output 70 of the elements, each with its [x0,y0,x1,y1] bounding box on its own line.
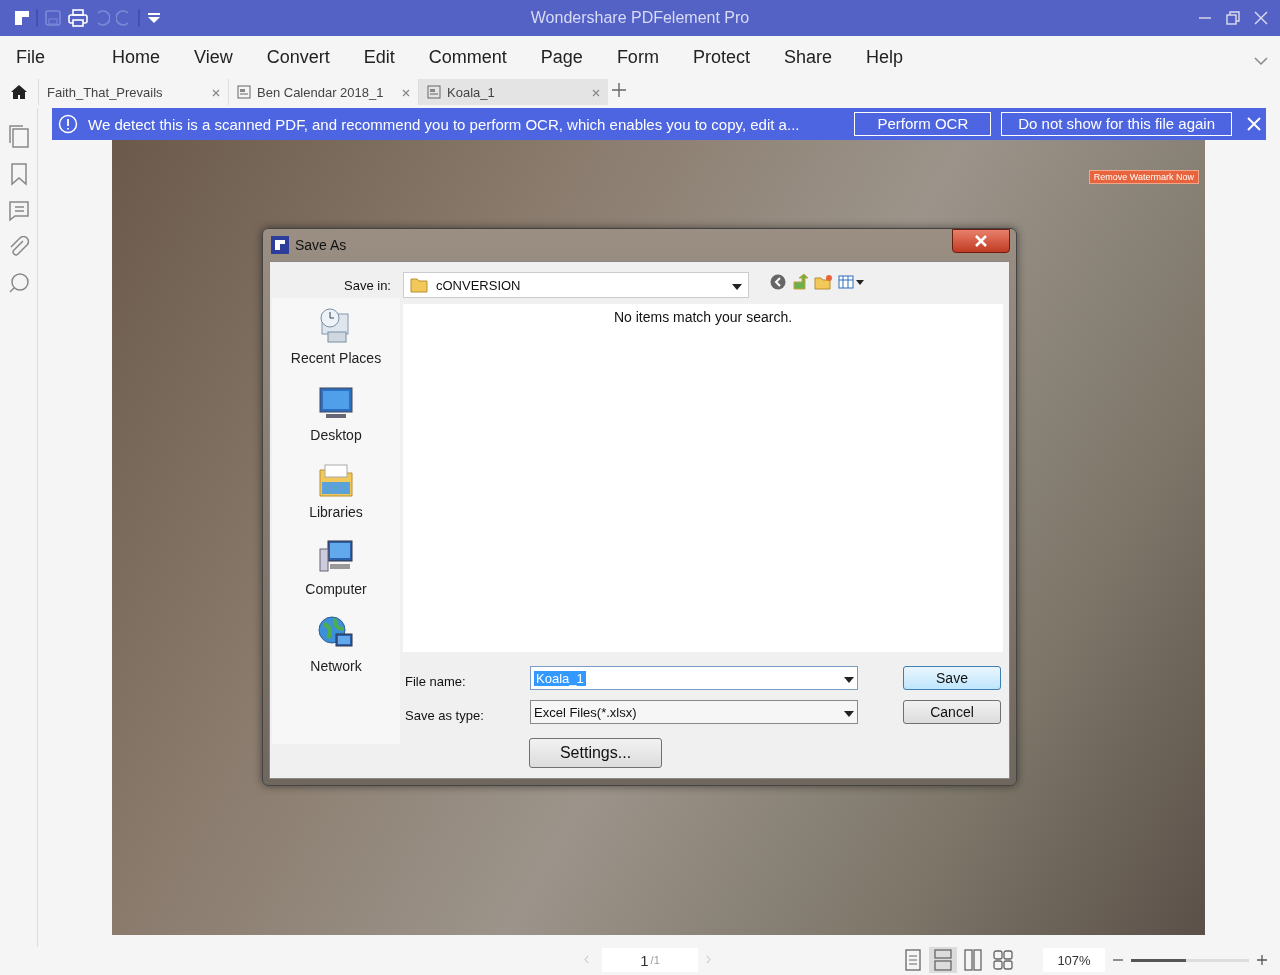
add-tab-icon[interactable] [612,83,626,97]
menu-item[interactable]: Home [95,46,178,68]
empty-list-message: No items match your search. [613,309,793,327]
place-item[interactable]: Computer [305,537,367,597]
previous-page-icon[interactable] [584,955,589,964]
place-item[interactable]: Network [310,614,362,674]
place-item[interactable]: Desktop [310,383,362,443]
cancel-button[interactable]: Cancel [903,700,1001,724]
file-name-label: File name: [405,674,466,689]
menu-item[interactable]: Form [599,46,676,68]
menu-item[interactable]: Convert [249,46,347,68]
x-drawing [1246,116,1262,132]
view-mode-button[interactable] [929,947,957,973]
zoom-slider[interactable] [1131,958,1249,962]
tab-close-icon[interactable] [212,88,220,97]
zoom-field[interactable]: 107% [1043,948,1105,972]
dropdown-icon[interactable] [146,10,162,26]
comment-icon[interactable] [7,200,30,222]
settings-button[interactable]: Settings... [529,738,662,768]
save-type-label: Save as type: [405,708,484,723]
save-type-dropdown[interactable]: Excel Files(*.xlsx) [530,700,858,724]
menu-item[interactable]: Help [848,46,920,68]
app-logo-icon [14,10,30,26]
bookmark-icon[interactable] [8,162,29,186]
folder-icon [410,277,428,293]
document-tab[interactable]: Koala_1 [418,79,608,105]
document-tab[interactable]: Faith_That_Prevails [38,79,228,105]
home-icon[interactable] [10,84,28,100]
pages-icon[interactable] [7,124,30,148]
close-button[interactable] [952,229,1010,253]
app-logo-icon [271,236,289,254]
menu-item[interactable]: Protect [675,46,767,68]
perform-ocr-button[interactable]: Perform OCR [854,112,992,136]
close-icon[interactable] [1254,11,1268,25]
new-folder-icon[interactable] [814,274,832,290]
print-icon[interactable] [68,9,88,27]
maximize-icon[interactable] [1226,11,1240,25]
back-icon[interactable] [770,274,786,290]
document-icon [237,85,251,99]
window-title: Wondershare PDFelement Pro [530,9,750,26]
info-icon [58,114,78,134]
caret-icon [844,710,854,717]
dismiss-button[interactable]: Do not show for this file again [1001,112,1232,136]
next-page-icon[interactable] [706,955,711,964]
up-folder-icon[interactable] [792,274,808,290]
menu-item[interactable]: Page [523,46,600,68]
save-in-dropdown[interactable]: cONVERSION [403,272,749,298]
page-field[interactable]: 1/1 [602,948,698,972]
menu-item[interactable]: File [14,46,95,68]
menu-item[interactable]: Share [766,46,849,68]
caret-icon [844,676,854,683]
tab-close-icon[interactable] [402,88,410,97]
menu-item[interactable]: View [177,46,250,68]
caret-icon [732,283,742,290]
close-icon [974,235,988,247]
document-icon [427,85,441,99]
place-item[interactable]: Libraries [309,460,363,520]
dialog-title: Save As [295,237,347,253]
save-button[interactable]: Save [903,666,1001,690]
menu-item[interactable]: Edit [346,46,412,68]
view-menu-icon[interactable] [838,275,866,289]
undo-icon[interactable] [94,9,110,27]
tab-close-icon[interactable] [592,88,600,97]
menu-item[interactable]: Comment [411,46,524,68]
save-in-label: Save in: [344,277,391,293]
chevron-down-icon[interactable] [1254,56,1268,66]
place-item[interactable]: Recent Places [290,306,382,366]
ocr-message: We detect this is a scanned PDF, and recommend you to perform OCR, which enables you to copy, edit a... [88,115,800,133]
zoom-in-icon[interactable] [1257,955,1267,965]
search-icon[interactable] [7,272,30,294]
